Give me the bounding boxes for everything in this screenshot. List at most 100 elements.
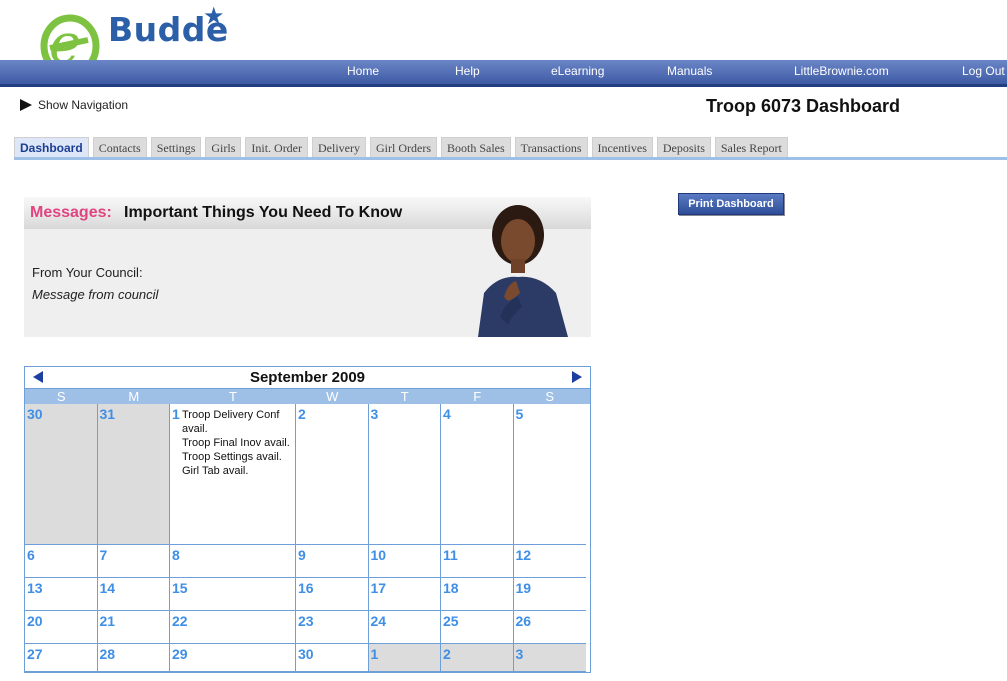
calendar-day[interactable]: 17 (368, 578, 441, 611)
calendar-header: September 2009 (25, 367, 590, 389)
calendar-event[interactable]: Troop Delivery Conf avail. (182, 408, 295, 436)
calendar: September 2009 S M T W T F S 30 31 1 Troop … (24, 366, 591, 673)
calendar-day[interactable]: 24 (368, 611, 441, 644)
calendar-day[interactable]: 3 (368, 404, 441, 545)
day-number: 25 (443, 613, 459, 629)
day-number: 22 (172, 613, 188, 629)
weekday-label: T (229, 389, 237, 404)
day-number: 12 (515, 547, 532, 563)
calendar-day[interactable]: 3 (513, 644, 586, 672)
messages-panel: Messages: Important Things You Need To K… (24, 197, 591, 337)
calendar-day[interactable]: 5 (513, 404, 586, 545)
calendar-day[interactable]: 29 (170, 644, 296, 672)
day-number: 17 (370, 580, 387, 596)
calendar-day[interactable]: 21 (97, 611, 170, 644)
calendar-day[interactable]: 1 Troop Delivery Conf avail. Troop Final I… (170, 404, 296, 545)
calendar-day[interactable]: 31 (97, 404, 170, 545)
day-number: 28 (99, 646, 116, 662)
day-number: 15 (172, 580, 188, 596)
triangle-right-icon (20, 99, 32, 111)
day-number: 24 (370, 613, 387, 629)
weekday-label: M (128, 389, 140, 404)
tab-underline (14, 157, 1007, 160)
calendar-day[interactable]: 30 (25, 404, 98, 545)
day-number: 4 (443, 406, 451, 422)
day-number: 16 (298, 580, 314, 596)
calendar-day[interactable]: 18 (441, 578, 514, 611)
calendar-week: 20 21 22 23 24 25 26 (25, 611, 590, 644)
day-number: 23 (298, 613, 314, 629)
weekday-header: S M T W T F S (25, 389, 590, 404)
day-number: 30 (27, 406, 43, 422)
print-dashboard-button[interactable]: Print Dashboard (678, 193, 784, 215)
calendar-day[interactable]: 8 (170, 545, 296, 578)
day-number: 18 (443, 580, 459, 596)
calendar-day[interactable]: 12 (513, 545, 586, 578)
calendar-day[interactable]: 16 (296, 578, 369, 611)
calendar-month: September 2009 (249, 369, 366, 386)
calendar-day[interactable]: 4 (441, 404, 514, 545)
next-month-arrow-icon[interactable] (572, 371, 582, 383)
nav-home-link[interactable]: Home (347, 64, 379, 78)
calendar-day[interactable]: 28 (97, 644, 170, 672)
weekday-label: S (545, 389, 555, 404)
calendar-day[interactable]: 25 (441, 611, 514, 644)
day-number: 3 (370, 406, 379, 422)
calendar-day[interactable]: 27 (25, 644, 98, 672)
nav-elearning-link[interactable]: eLearning (551, 64, 604, 78)
day-number: 7 (99, 547, 108, 563)
day-number: 20 (27, 613, 43, 629)
calendar-week: 6 7 8 9 10 11 12 (25, 545, 590, 578)
weekday-label: T (400, 389, 409, 404)
calendar-day[interactable]: 14 (97, 578, 170, 611)
calendar-day[interactable]: 26 (513, 611, 586, 644)
calendar-day[interactable]: 7 (97, 545, 170, 578)
messages-label: Messages: (30, 204, 112, 221)
day-number: 6 (27, 547, 35, 563)
calendar-day[interactable]: 9 (296, 545, 369, 578)
day-number: 5 (515, 406, 524, 422)
calendar-day[interactable]: 20 (25, 611, 98, 644)
calendar-event[interactable]: Girl Tab avail. (182, 464, 295, 478)
messages-heading: Important Things You Need To Know (124, 204, 403, 221)
calendar-day[interactable]: 11 (441, 545, 514, 578)
weekday-label: S (56, 389, 66, 404)
calendar-grid: 30 31 1 Troop Delivery Conf avail. Troop Fin… (25, 404, 590, 672)
day-number: 2 (443, 646, 451, 662)
calendar-day[interactable]: 6 (25, 545, 98, 578)
day-number: 13 (27, 580, 43, 596)
page-title: Troop 6073 Dashboard (706, 96, 901, 116)
calendar-event[interactable]: Troop Settings avail. (182, 450, 295, 464)
calendar-day[interactable]: 15 (170, 578, 296, 611)
weekday-label: F (473, 389, 482, 404)
show-navigation-toggle[interactable]: Show Navigation (20, 98, 128, 112)
calendar-day[interactable]: 23 (296, 611, 369, 644)
day-number: 31 (99, 406, 116, 422)
calendar-day[interactable]: 22 (170, 611, 296, 644)
calendar-day[interactable]: 1 (368, 644, 441, 672)
calendar-day[interactable]: 13 (25, 578, 98, 611)
nav-manuals-link[interactable]: Manuals (667, 64, 712, 78)
show-navigation-label: Show Navigation (38, 98, 129, 112)
woman-thinking-illustration (478, 205, 568, 337)
day-events: Troop Delivery Conf avail. Troop Final In… (182, 408, 295, 478)
calendar-week: 27 28 29 30 1 2 3 (25, 644, 590, 672)
day-number: 27 (27, 646, 43, 662)
calendar-event[interactable]: Troop Final Inov avail. (182, 436, 295, 450)
day-number: 21 (99, 613, 116, 629)
day-number: 1 (172, 406, 180, 422)
day-number: 30 (298, 646, 314, 662)
calendar-day[interactable]: 19 (513, 578, 586, 611)
calendar-day[interactable]: 10 (368, 545, 441, 578)
weekday-label: W (326, 389, 339, 404)
star-icon: ★ (203, 3, 225, 30)
calendar-day[interactable]: 30 (296, 644, 369, 672)
nav-logout-link[interactable]: Log Out (962, 64, 1005, 78)
council-label: From Your Council: (32, 265, 143, 280)
nav-littlebrownie-link[interactable]: LittleBrownie.com (794, 64, 889, 78)
calendar-day[interactable]: 2 (441, 644, 514, 672)
day-number: 11 (443, 547, 458, 563)
calendar-day[interactable]: 2 (296, 404, 369, 545)
day-number: 26 (515, 613, 532, 629)
nav-help-link[interactable]: Help (455, 64, 480, 78)
